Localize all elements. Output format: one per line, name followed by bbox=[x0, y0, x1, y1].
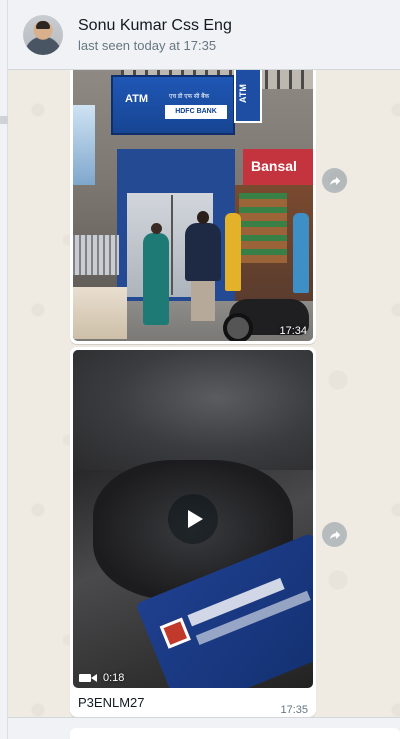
image-message[interactable]: ATM एच डी एफ सी बैंक HDFC BANK ATM Bansa… bbox=[70, 70, 316, 344]
edge-notch bbox=[0, 116, 8, 124]
contact-name: Sonu Kumar Css Eng bbox=[78, 16, 232, 34]
contact-info[interactable]: Sonu Kumar Css Eng last seen today at 17… bbox=[78, 15, 232, 55]
video-camera-icon bbox=[79, 674, 97, 682]
atm-sign: ATM एच डी एफ सी बैंक HDFC BANK bbox=[111, 75, 235, 135]
message-time: 17:34 bbox=[279, 325, 307, 337]
play-icon[interactable] bbox=[168, 494, 218, 544]
message-time: 17:35 bbox=[280, 704, 308, 716]
chat-header[interactable]: Sonu Kumar Css Eng last seen today at 17… bbox=[8, 0, 400, 70]
contact-last-seen: last seen today at 17:35 bbox=[78, 37, 217, 53]
forward-icon[interactable] bbox=[322, 168, 347, 193]
forward-icon[interactable] bbox=[322, 522, 347, 547]
caption-text: P3ENLM27 bbox=[78, 695, 145, 710]
contact-avatar[interactable] bbox=[23, 14, 63, 55]
window-edge bbox=[0, 0, 8, 739]
message-list[interactable]: ATM एच डी एफ सी बैंक HDFC BANK ATM Bansa… bbox=[8, 70, 400, 717]
video-caption: P3ENLM27 17:35 bbox=[73, 688, 313, 716]
shop-sign: Bansal bbox=[243, 149, 313, 185]
compose-bar bbox=[8, 717, 400, 739]
atm-photo[interactable]: ATM एच डी एफ सी बैंक HDFC BANK ATM Bansa… bbox=[73, 70, 313, 341]
message-input[interactable] bbox=[70, 728, 400, 739]
video-duration: 0:18 bbox=[79, 672, 124, 684]
video-message[interactable]: 0:18 P3ENLM27 17:35 bbox=[70, 347, 316, 717]
video-thumbnail[interactable]: 0:18 bbox=[73, 350, 313, 688]
